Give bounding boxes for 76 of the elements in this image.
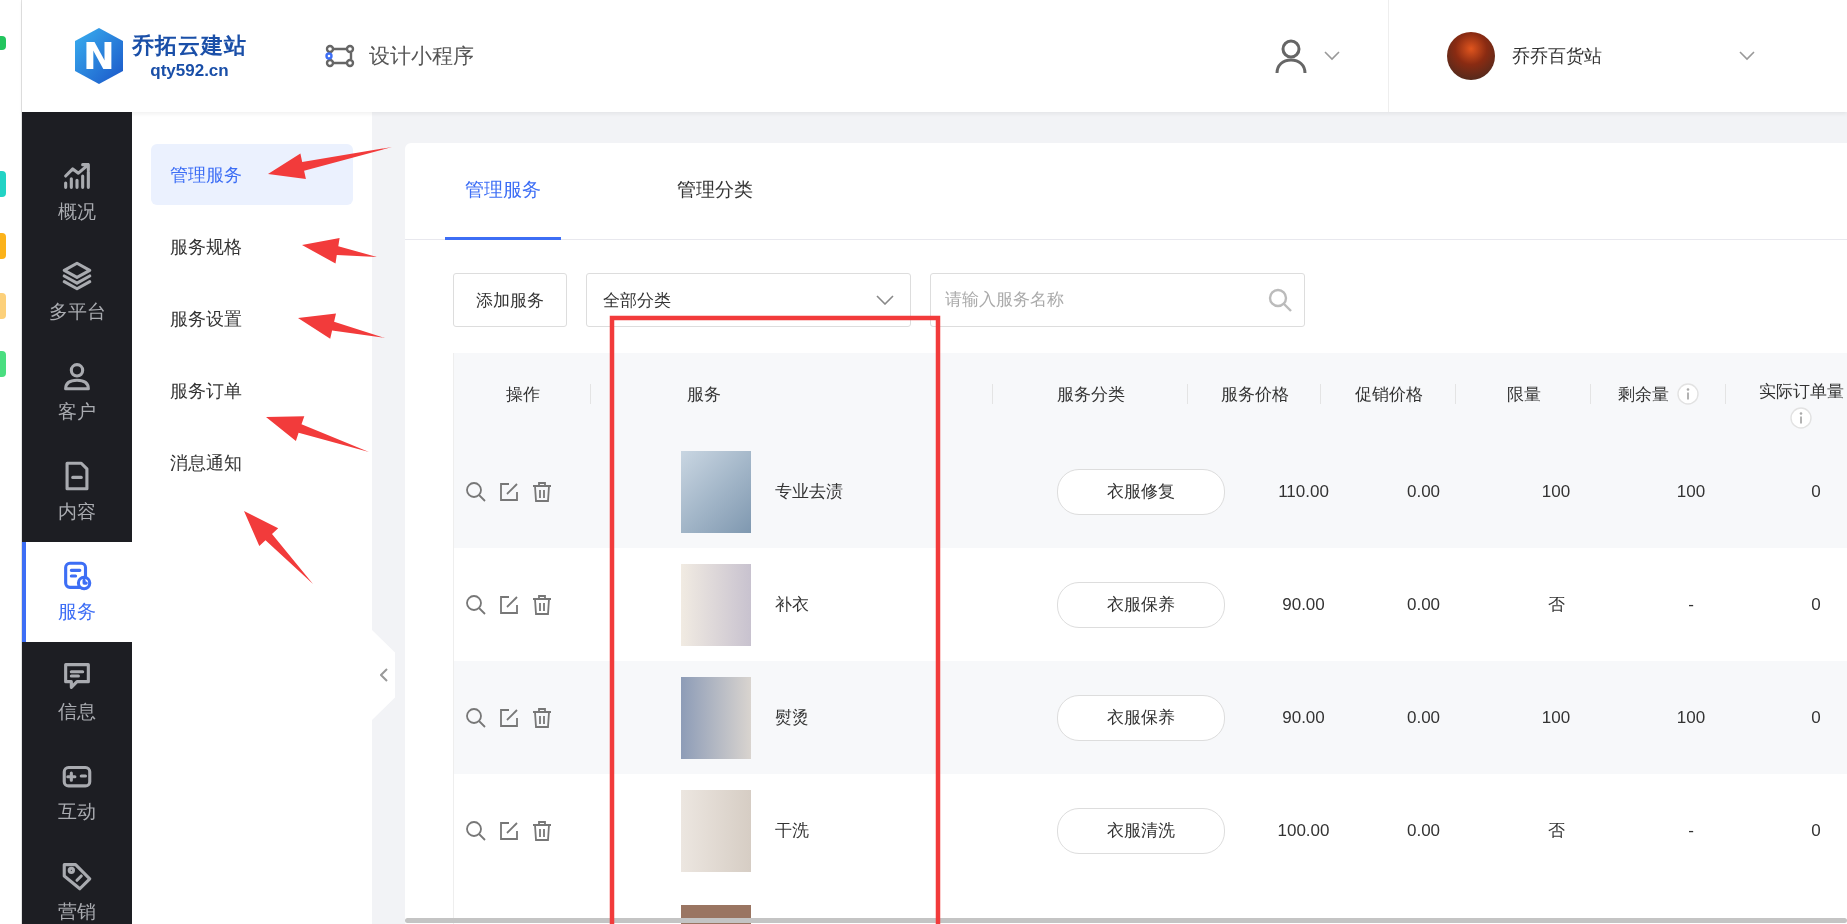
search-icon[interactable] [464,818,488,843]
limit-cell-text: 否 [1547,820,1565,842]
service-name: 补衣 [775,594,809,616]
sidebar-item[interactable]: 内容 [22,442,132,542]
submenu-item[interactable]: 消息通知 [151,432,353,493]
promo-price-cell: 0.00 [1406,594,1441,615]
avatar-photo [1447,32,1495,80]
remaining-cell: - [1688,820,1694,841]
remaining-cell: 100 [1676,481,1706,502]
column-header: 促销价格 [1354,383,1423,406]
scrollbar[interactable] [405,918,1847,923]
sidebar-item[interactable]: 客户 [22,342,132,442]
service-name: 干洗 [775,820,809,842]
category-tag: 衣服保养 [1057,581,1225,628]
submenu-item[interactable]: 管理服务 [151,144,353,205]
price-cell: 110.00 [1278,481,1329,502]
category-tag: 衣服清洗 [1057,807,1225,854]
column-header: 剩余量 [1618,383,1669,406]
column-header: 服务价格 [1220,383,1289,406]
user-icon[interactable] [1274,38,1308,74]
logo-icon: N [72,26,126,86]
orders-cell: 0 [1811,707,1821,728]
orders-cell: 0 [1811,820,1821,841]
promo-price-cell: 0.00 [1406,820,1441,841]
search-icon[interactable] [464,705,488,730]
category-tag: 衣服保养 [1057,694,1225,741]
caret-icon[interactable] [1739,51,1755,61]
limit-cell-text: 否 [1547,594,1565,616]
search-field[interactable]: 请输入服务名称 [930,273,1305,327]
column-header: 服务 [687,383,721,406]
trash-icon[interactable] [530,818,554,843]
store-name[interactable]: 乔乔百货站 [1512,44,1602,68]
layers-icon [60,259,94,293]
trash-icon[interactable] [530,592,554,617]
mini-program-icon [325,44,355,68]
promo-price-cell: 0.00 [1406,707,1441,728]
limit-cell: 100 [1541,707,1571,728]
sidebar-item[interactable]: 营销 [22,842,132,924]
column-header: 服务分类 [1056,383,1125,406]
price-cell: 90.00 [1282,707,1325,728]
logo-title: 乔拓云建站 [132,32,247,60]
logo-domain: qty592.cn [150,61,229,81]
submenu-item[interactable]: 服务设置 [151,288,353,349]
caret-icon[interactable] [1324,51,1340,61]
service-name: 熨烫 [775,707,809,729]
add-service-button[interactable]: 添加服务 [453,273,567,327]
sidebar-item[interactable]: 概况 [22,142,132,242]
limit-cell: 100 [1541,481,1571,502]
trash-icon[interactable] [530,705,554,730]
orders-cell: 0 [1811,594,1821,615]
orders-cell: 0 [1811,481,1821,502]
column-header: 实际订单量 [1758,380,1844,403]
chevron-left-icon [379,668,388,682]
service-name: 专业去渍 [775,481,843,503]
category-tag: 衣服修复 [1057,468,1225,515]
submenu-item[interactable]: 服务规格 [151,216,353,277]
price-cell: 100.00 [1277,820,1330,841]
promo-price-cell: 0.00 [1406,481,1441,502]
sidebar-item[interactable]: 服务 [22,542,132,642]
tab[interactable]: 管理分类 [657,143,773,240]
tab[interactable]: 管理服务 [445,143,561,240]
trash-icon[interactable] [530,479,554,504]
category-select[interactable]: 全部分类 [586,273,911,327]
column-header: 操作 [505,383,540,406]
design-link[interactable]: 设计小程序 [369,42,474,70]
sidebar-item[interactable]: 多平台 [22,242,132,342]
caret-icon [876,295,894,305]
search-icon[interactable] [464,479,488,504]
sidebar-item[interactable]: 互动 [22,742,132,842]
price-cell: 90.00 [1282,594,1325,615]
sidebar-item[interactable]: 信息 [22,642,132,742]
submenu-item[interactable]: 服务订单 [151,360,353,421]
search-icon[interactable] [464,592,488,617]
column-header: 限量 [1506,383,1541,406]
remaining-cell: 100 [1676,707,1706,728]
remaining-cell: - [1688,594,1694,615]
